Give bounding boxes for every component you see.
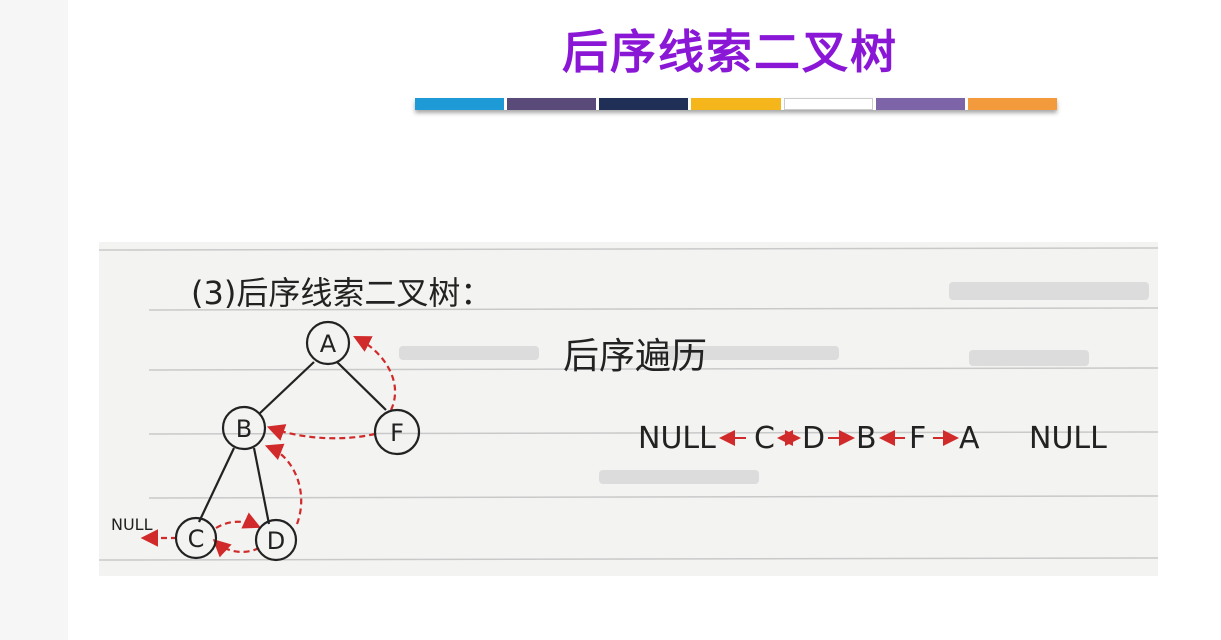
traversal-sequence: NULL C D B F A NULL xyxy=(638,421,1107,456)
tree-node-c: C xyxy=(174,516,218,560)
notebook-photo: (3)后序线索二叉树： 后序遍历 A B F C D NULL NULL C D… xyxy=(99,242,1158,576)
color-segment-2 xyxy=(507,98,597,110)
svg-text:A: A xyxy=(320,330,337,358)
tree-node-d: D xyxy=(254,518,298,562)
notebook-drawing: (3)后序线索二叉树： 后序遍历 A B F C D NULL NULL C D… xyxy=(99,247,1158,562)
svg-text:C: C xyxy=(188,525,205,553)
color-segment-5 xyxy=(783,98,873,110)
sequence-start: NULL xyxy=(638,421,716,456)
svg-text:D: D xyxy=(267,527,285,555)
color-segment-7 xyxy=(967,98,1057,110)
left-margin-strip xyxy=(0,0,68,640)
tree-node-b: B xyxy=(221,405,267,451)
sequence-item-c: C xyxy=(754,421,775,456)
sequence-item-d: D xyxy=(802,421,825,456)
color-segment-4 xyxy=(691,98,781,110)
tree-node-a: A xyxy=(305,320,351,366)
slide-title: 后序线索二叉树 xyxy=(562,25,898,79)
sequence-item-f: F xyxy=(909,421,926,456)
sequence-end: NULL xyxy=(1029,421,1107,456)
note-heading: (3)后序线索二叉树： xyxy=(191,274,492,312)
svg-text:F: F xyxy=(390,419,404,447)
tree-null-label: NULL xyxy=(111,515,153,534)
color-segment-3 xyxy=(599,98,689,110)
title-color-bar xyxy=(415,98,1057,110)
sequence-item-a: A xyxy=(959,421,980,456)
tree-edges xyxy=(198,361,387,525)
color-segment-6 xyxy=(875,98,965,110)
sequence-item-b: B xyxy=(856,421,877,456)
color-segment-1 xyxy=(415,98,505,110)
svg-text:B: B xyxy=(236,415,252,443)
tree-node-f: F xyxy=(373,408,421,456)
traversal-label: 后序遍历 xyxy=(563,336,707,377)
